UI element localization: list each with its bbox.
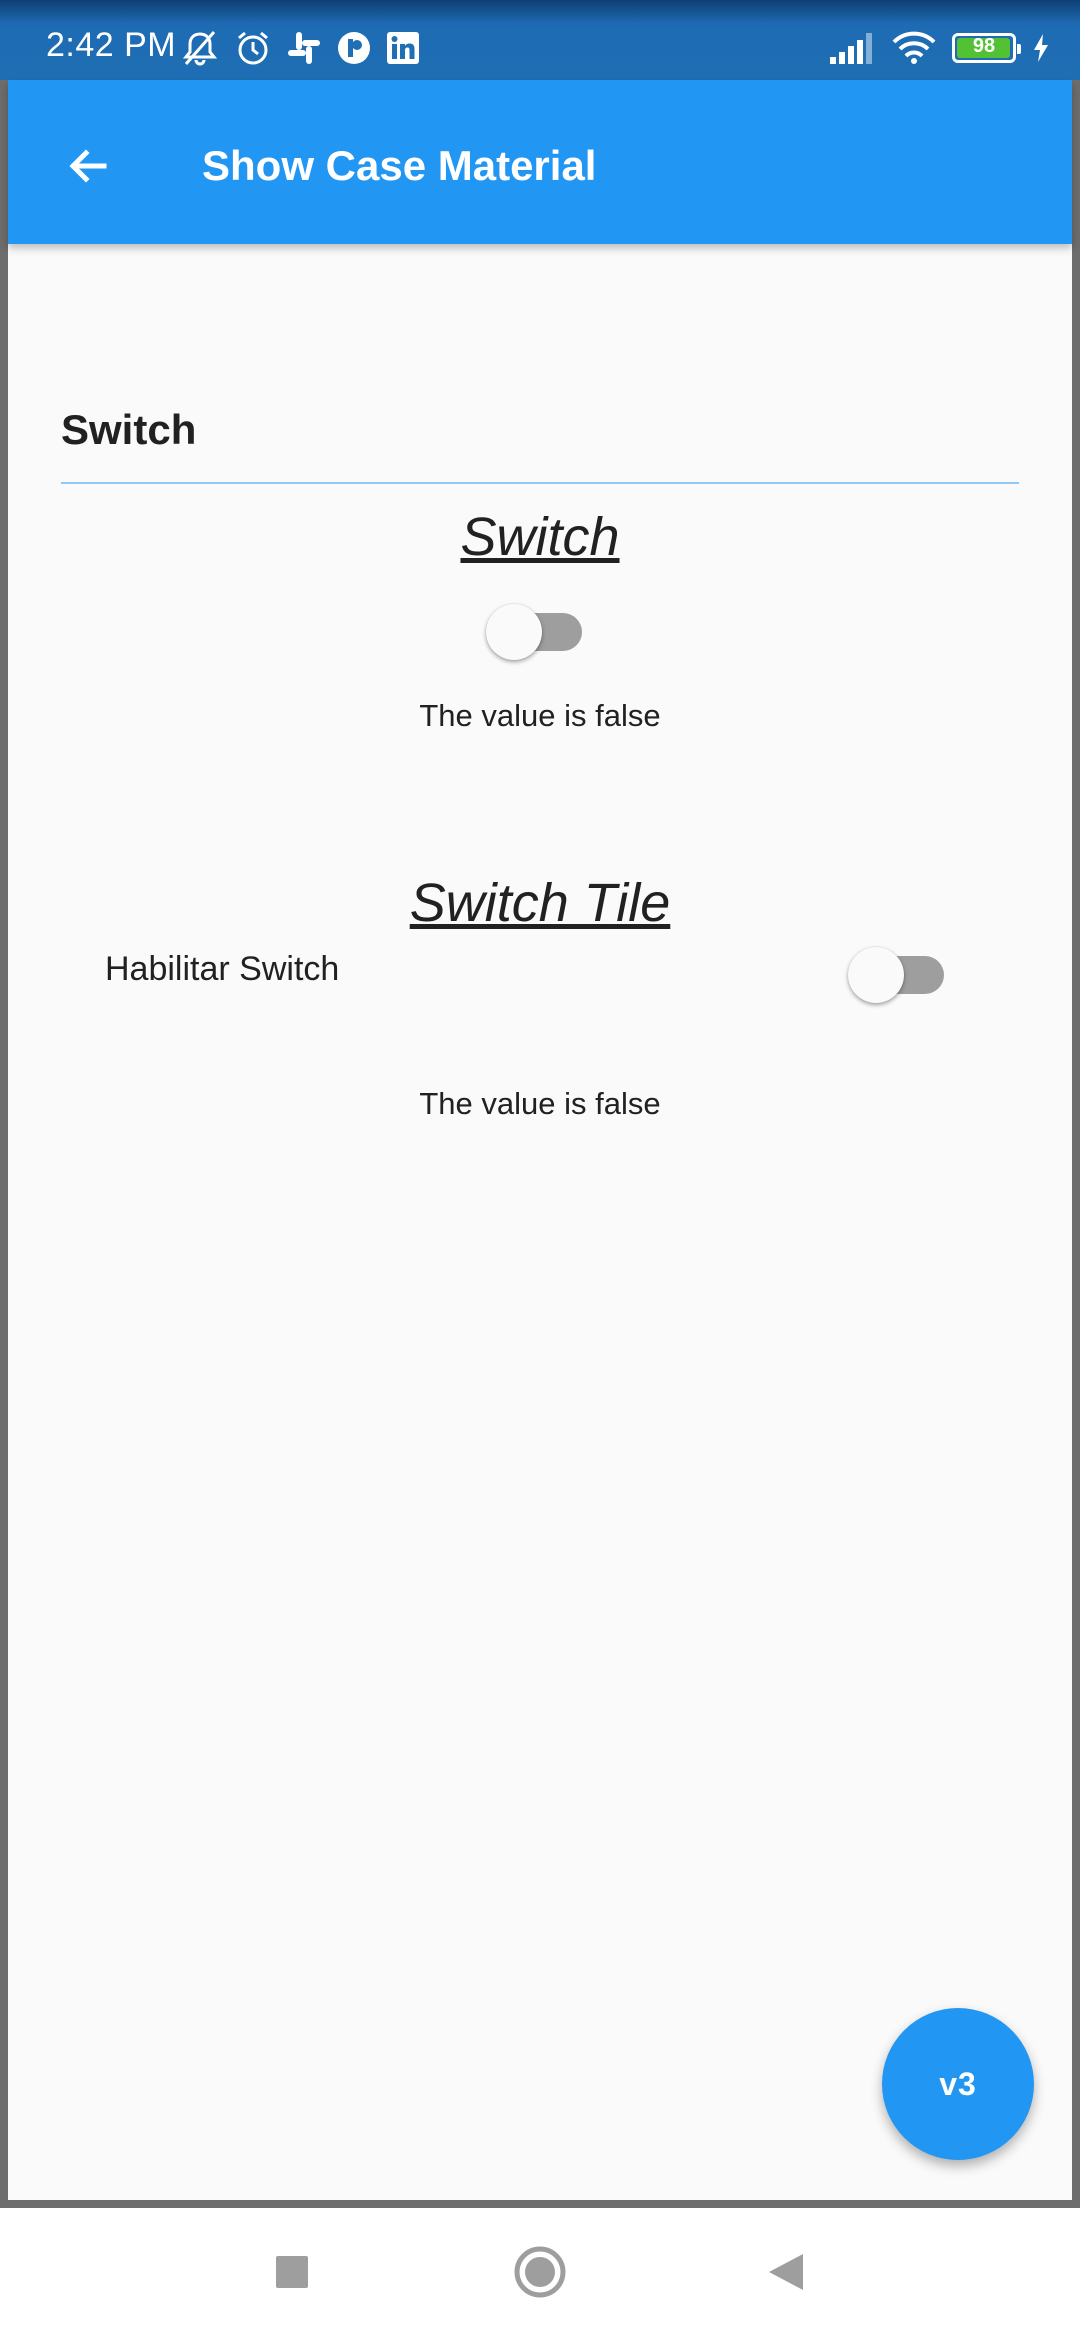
section-title: Switch bbox=[61, 406, 197, 453]
back-button[interactable] bbox=[52, 132, 124, 204]
switch-thumb bbox=[848, 947, 904, 1003]
page-title: Show Case Material bbox=[202, 142, 597, 189]
section-divider bbox=[61, 482, 1019, 484]
charging-icon bbox=[1032, 33, 1050, 63]
switch-toggle[interactable] bbox=[486, 604, 582, 660]
muted-bell-icon bbox=[180, 28, 220, 68]
linkedin-icon bbox=[386, 31, 420, 65]
slack-icon bbox=[286, 30, 322, 66]
arrow-back-icon bbox=[64, 142, 112, 195]
switch-tile-toggle[interactable] bbox=[848, 947, 944, 1003]
switch-value-text: The value is false bbox=[419, 698, 661, 733]
home-circle-icon bbox=[513, 2245, 567, 2304]
nav-back-button[interactable] bbox=[720, 2208, 852, 2340]
status-left-icons bbox=[180, 28, 420, 68]
switch-tile-label: Habilitar Switch bbox=[105, 950, 340, 988]
status-bar: 2:42 PM 98 bbox=[0, 0, 1080, 80]
back-triangle-icon bbox=[767, 2252, 805, 2297]
switch-heading: Switch bbox=[460, 507, 620, 567]
status-time: 2:42 PM bbox=[46, 26, 177, 64]
switch-tile[interactable]: Habilitar Switch bbox=[61, 920, 1019, 1030]
screen: 2:42 PM 98 Show Case Material Switch Swi… bbox=[0, 0, 1080, 2340]
signal-icon bbox=[828, 31, 876, 65]
app-frame: Show Case Material Switch Switch The val… bbox=[8, 80, 1072, 2200]
wifi-icon bbox=[892, 31, 936, 65]
app-bar: Show Case Material bbox=[8, 80, 1072, 244]
switch-tile-value-text: The value is false bbox=[419, 1086, 661, 1121]
version-fab-button[interactable]: v3 bbox=[882, 2008, 1034, 2160]
recents-square-icon bbox=[275, 2255, 309, 2294]
navigation-bar bbox=[0, 2208, 1080, 2340]
content: Switch Switch The value is false Switch … bbox=[8, 244, 1072, 2200]
switch-thumb bbox=[486, 604, 542, 660]
status-right-icons: 98 bbox=[828, 28, 1050, 68]
recents-button[interactable] bbox=[226, 2208, 358, 2340]
alarm-icon bbox=[234, 29, 272, 67]
battery-icon: 98 bbox=[952, 33, 1021, 63]
battery-level: 98 bbox=[972, 35, 996, 57]
home-button[interactable] bbox=[474, 2208, 606, 2340]
app-icon bbox=[336, 30, 372, 66]
